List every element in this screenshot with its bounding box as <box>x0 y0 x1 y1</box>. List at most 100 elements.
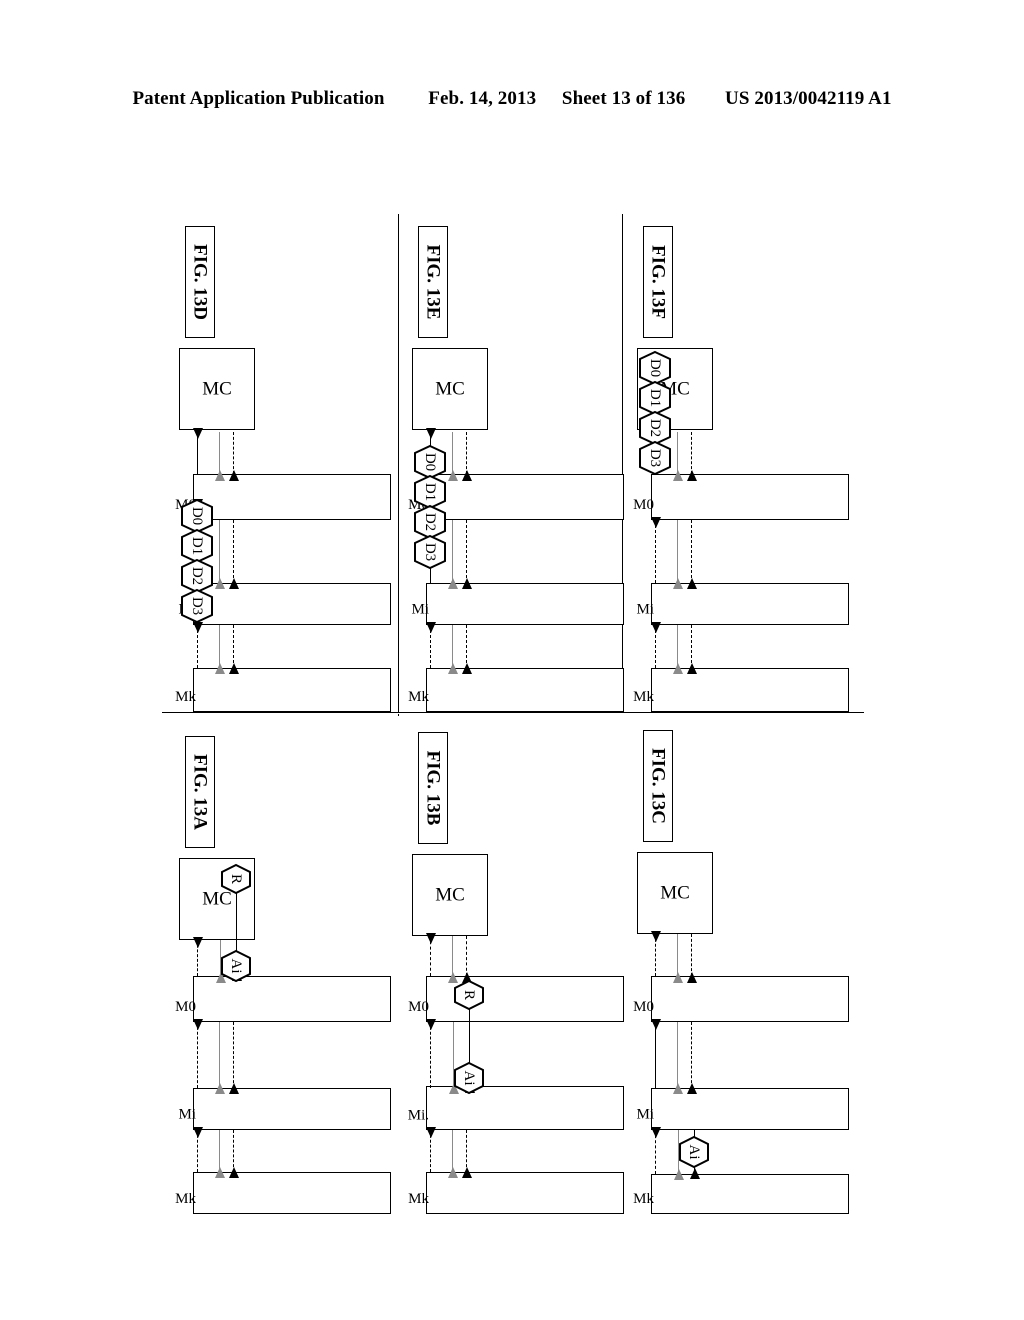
hex-d1-label: D1 <box>422 483 438 501</box>
arrowhead-mc-m0-dashed <box>687 470 697 481</box>
arrowhead-mi-mk-gray <box>448 663 458 674</box>
box-m0-label: M0 <box>408 999 429 1015</box>
arrowhead-m0-mi-gray <box>673 1083 683 1094</box>
hex-r: R <box>454 979 484 1011</box>
arrowhead-mi-mk-dashed <box>229 1167 239 1178</box>
panel-fig13f: FIG. 13F MC M0 Mi Mk D0 D1 D2 D3 <box>630 220 855 712</box>
hex-d0-label: D0 <box>647 359 663 377</box>
hex-d2-label: D2 <box>647 419 663 437</box>
arrowhead-m0-mi-dashed <box>687 1083 697 1094</box>
conn-mc-m0-gray <box>677 432 678 474</box>
arrowhead-mi-mk-dashed <box>462 1167 472 1178</box>
arrowhead-mi-mc-solid <box>426 428 436 439</box>
arrowhead-m0-mc-dashed <box>426 933 436 944</box>
conn-m0-mi-dashed <box>691 520 692 583</box>
box-m0-label: M0 <box>633 999 654 1015</box>
conn-mi-m0-dashed <box>430 1022 431 1088</box>
arrowhead-m0-mc-solid <box>193 428 203 439</box>
conn-m0-mi-gray <box>677 1022 678 1088</box>
box-mi-label: Mi <box>178 1107 196 1123</box>
conn-mi-mk-gray <box>677 625 678 668</box>
arrowhead-mk-mi-dashed <box>426 1127 436 1138</box>
hex-chain-d0-d3: D0 D1 D2 D3 <box>639 350 671 476</box>
figure-caption-label: FIG. 13C <box>647 748 669 824</box>
box-mk: Mk <box>633 668 849 712</box>
figure-caption-label: FIG. 13B <box>422 750 444 826</box>
arrowhead-mk-mi-dashed <box>651 622 661 633</box>
box-m0-label: M0 <box>633 497 654 513</box>
box-mk: Mk <box>633 1174 849 1214</box>
hex-d0-label: D0 <box>189 507 205 525</box>
box-mc: MC <box>179 348 255 430</box>
box-mk-label: Mk <box>175 689 196 705</box>
box-mi: Mi <box>178 583 391 625</box>
panel-fig13a: FIG. 13A MC M0 Mi Mk R Ai <box>172 722 397 1214</box>
arrowhead-m0-mi-dashed <box>687 578 697 589</box>
box-mc-label: MC <box>660 882 690 904</box>
hex-d2-label: D2 <box>422 513 438 531</box>
conn-mi-mk-dashed <box>466 625 467 668</box>
hex-d2-label: D2 <box>189 567 205 585</box>
arrowhead-mi-m0-dashed <box>193 1019 203 1030</box>
conn-mc-m0-gray <box>452 936 453 976</box>
arrowhead-mk-mi-dashed <box>193 1127 203 1138</box>
arrowhead-m0-mi-dashed <box>229 1083 239 1094</box>
conn-mi-mk-gray <box>219 625 220 668</box>
box-mc-label: MC <box>202 378 232 400</box>
divider-vertical-left-lower <box>398 714 400 716</box>
conn-mc-m0-dashed <box>233 432 234 474</box>
conn-m0-mi-gray <box>219 520 220 583</box>
figure-caption-box: FIG. 13B <box>418 732 448 844</box>
box-mk: Mk <box>175 668 391 712</box>
conn-m0-mi-gray <box>219 1022 220 1088</box>
arrowhead-mi-mk-gray <box>674 1169 684 1180</box>
box-mk: Mk <box>175 1172 391 1214</box>
conn-m0-mi-dashed <box>233 520 234 583</box>
conn-mc-m0-gray <box>677 934 678 976</box>
hex-d1-label: D1 <box>647 389 663 407</box>
hex-ai-label: Ai <box>686 1145 702 1160</box>
arrowhead-mk-mi-dashed <box>651 1127 661 1138</box>
arrowhead-m0-mc-dashed <box>193 937 203 948</box>
conn-mi-m0-dashed <box>197 1022 198 1088</box>
box-mk: Mk <box>408 1172 624 1214</box>
arrowhead-mi-mk-dashed <box>462 663 472 674</box>
box-mk-label: Mk <box>408 1191 429 1207</box>
box-mc-label: MC <box>435 884 465 906</box>
box-mk-label: Mk <box>633 689 654 705</box>
figure-caption-box: FIG. 13A <box>185 736 215 848</box>
divider-horizontal <box>162 712 864 714</box>
arrowhead-mc-m0-gray <box>673 470 683 481</box>
conn-mc-m0-dashed <box>691 432 692 474</box>
conn-m0-mi-gray <box>452 520 453 583</box>
box-mk-label: Mk <box>408 689 429 705</box>
conn-m0-mi-dashed <box>233 1022 234 1088</box>
hex-d1-label: D1 <box>189 537 205 555</box>
arrowhead-m0-mi-gray <box>673 578 683 589</box>
figure-caption-label: FIG. 13A <box>189 754 211 830</box>
arrowhead-mi-mk-gray <box>448 1167 458 1178</box>
box-mc: MC <box>412 348 488 430</box>
box-mc-label: MC <box>435 378 465 400</box>
conn-mi-mk-dashed <box>233 1130 234 1172</box>
figure-caption-box: FIG. 13E <box>418 226 448 338</box>
arrowhead-m0-mi-gray <box>448 578 458 589</box>
conn-mc-m0-dashed <box>466 936 467 976</box>
arrowhead-mc-m0-gray <box>215 470 225 481</box>
hex-chain-d0-d3: D0 D1 D2 D3 <box>414 444 446 570</box>
arrowhead-mk-mi-dashed <box>426 622 436 633</box>
figure-caption-box: FIG. 13D <box>185 226 215 338</box>
hex-r-label: R <box>461 990 477 1000</box>
hex-r: R <box>221 863 251 895</box>
conn-mc-m0-dashed <box>466 432 467 474</box>
arrowhead-m0-mi-dashed <box>462 578 472 589</box>
conn-mi-mk-dashed <box>691 625 692 668</box>
hex-r-label: R <box>228 874 244 884</box>
arrowhead-mc-m0-dashed <box>462 470 472 481</box>
box-mc: MC <box>637 852 713 934</box>
arrowhead-m0-mi-dashed <box>229 578 239 589</box>
arrowhead-m0-mc-dashed <box>651 931 661 942</box>
box-mi: Mi <box>636 583 849 625</box>
arrowhead-m0-mi-gray <box>215 1083 225 1094</box>
arrowhead-mk-mi-dashed <box>193 622 203 633</box>
